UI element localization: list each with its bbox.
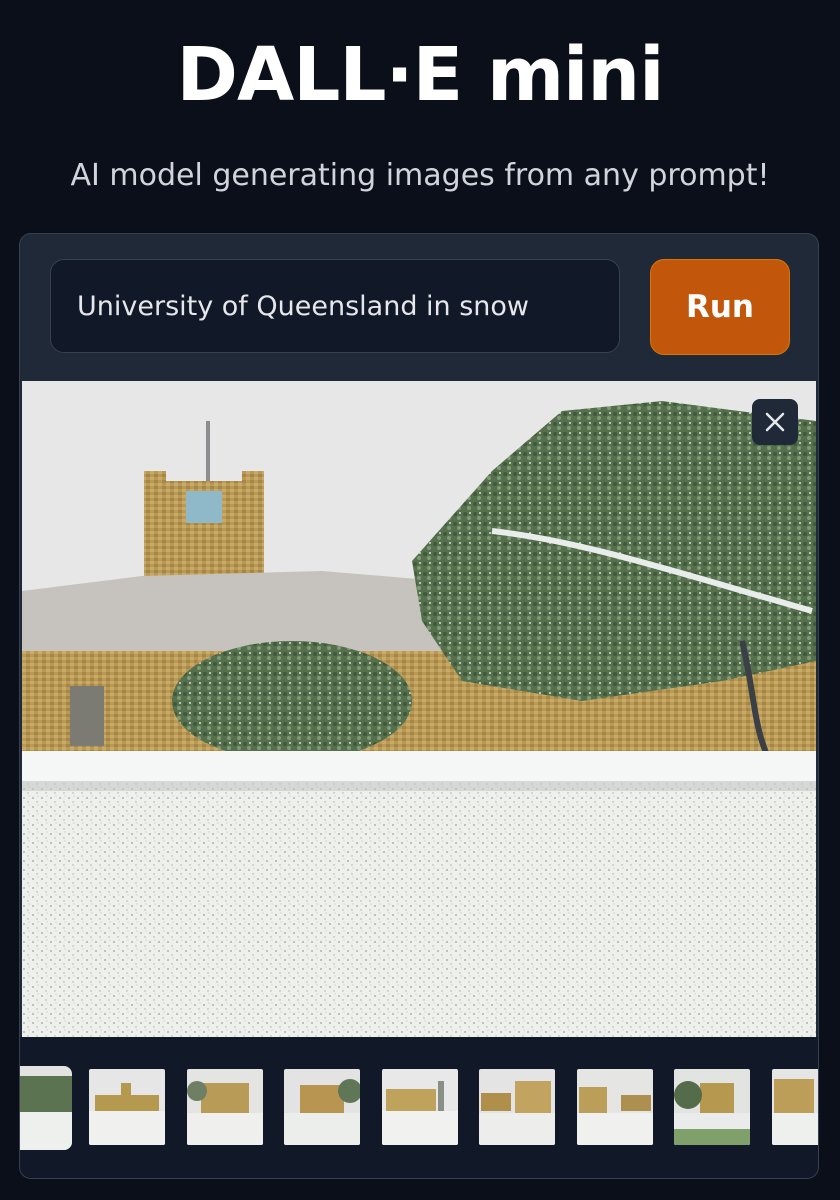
thumbnail-7[interactable] [577, 1069, 653, 1145]
thumbnail-1[interactable] [20, 1066, 72, 1150]
thumbnail-2[interactable] [89, 1069, 165, 1145]
app-subtitle: AI model generating images from any prom… [70, 158, 770, 193]
thumbnail-6[interactable] [479, 1069, 555, 1145]
close-preview-button[interactable] [752, 399, 798, 445]
app-title: DALL·E mini [176, 32, 665, 118]
generator-panel: Run [19, 233, 819, 1179]
thumbnail-9[interactable] [772, 1069, 818, 1145]
thumbnail-gallery [20, 1037, 818, 1178]
run-button[interactable]: Run [650, 259, 790, 355]
thumbnail-5[interactable] [382, 1069, 458, 1145]
thumbnail-3[interactable] [187, 1069, 263, 1145]
thumbnail-8[interactable] [674, 1069, 750, 1145]
close-icon [765, 412, 785, 432]
prompt-input[interactable] [75, 289, 595, 323]
generated-image-preview [22, 381, 816, 1037]
thumbnail-4[interactable] [284, 1069, 360, 1145]
prompt-field[interactable] [50, 259, 620, 353]
